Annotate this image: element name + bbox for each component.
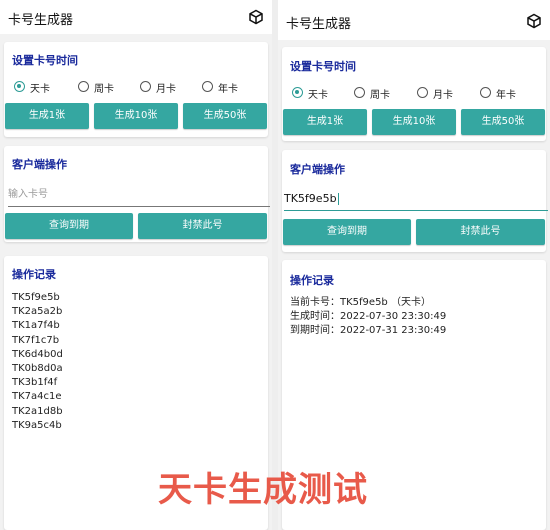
ban-card-button[interactable]: 封禁此号 xyxy=(416,219,545,245)
log-line: TK9a5c4b xyxy=(12,419,62,431)
radio-unselected-icon xyxy=(202,81,213,92)
radio-unselected-icon xyxy=(480,87,491,98)
radio-unselected-icon xyxy=(78,81,89,92)
generate-50-button[interactable]: 生成50张 xyxy=(183,103,267,129)
left-screen: 卡号生成器 设置卡号时间 天卡 周卡 月卡 年卡 生成1张 生成10张 生成50… xyxy=(0,0,272,530)
generate-1-button[interactable]: 生成1张 xyxy=(283,109,367,135)
client-card: 客户端操作 输入卡号 查询到期 封禁此号 xyxy=(4,146,270,242)
cube-icon[interactable] xyxy=(526,13,542,29)
created-time-line: 生成时间：2022-07-30 23:30:49 xyxy=(290,311,447,323)
radio-unselected-icon xyxy=(140,81,151,92)
log-line: TK2a1d8b xyxy=(12,405,63,417)
client-card: 客户端操作 TK5f9e5b 查询到期 封禁此号 xyxy=(282,150,548,252)
log-line: TK0b8d0a xyxy=(12,363,63,375)
log-list: 当前卡号：TK5f9e5b （天卡） 生成时间：2022-07-30 23:30… xyxy=(290,296,446,339)
app-bar: 卡号生成器 xyxy=(278,0,550,40)
log-title: 操作记录 xyxy=(12,268,56,281)
radio-unselected-icon xyxy=(354,87,365,98)
query-expiry-button[interactable]: 查询到期 xyxy=(283,219,411,245)
card-number-value: TK5f9e5b xyxy=(284,192,337,205)
log-line: TK7a4c1e xyxy=(12,391,62,403)
card-type-radio-group: 天卡 周卡 月卡 年卡 xyxy=(292,86,542,102)
settings-card: 设置卡号时间 天卡 周卡 月卡 年卡 生成1张 生成10张 生成50张 xyxy=(282,47,546,141)
log-line: TK7f1c7b xyxy=(12,334,60,346)
cube-icon[interactable] xyxy=(248,9,264,25)
text-caret xyxy=(337,193,339,205)
radio-unselected-icon xyxy=(417,87,428,98)
settings-title: 设置卡号时间 xyxy=(12,54,78,67)
log-title: 操作记录 xyxy=(290,274,334,287)
settings-title: 设置卡号时间 xyxy=(290,60,356,73)
generate-10-button[interactable]: 生成10张 xyxy=(372,109,456,135)
current-card-line: 当前卡号：TK5f9e5b （天卡） xyxy=(290,297,431,308)
card-number-input[interactable]: TK5f9e5b xyxy=(284,188,548,211)
caption-overlay: 天卡生成测试 xyxy=(158,470,368,510)
client-title: 客户端操作 xyxy=(290,163,345,176)
log-line: TK5f9e5b xyxy=(12,292,60,303)
log-line: TK1a7f4b xyxy=(12,320,60,332)
card-number-input[interactable]: 输入卡号 xyxy=(8,184,270,207)
log-line: TK2a5a2b xyxy=(12,306,63,318)
log-line: TK6d4b0d xyxy=(12,348,63,360)
app-title: 卡号生成器 xyxy=(8,13,74,28)
generate-1-button[interactable]: 生成1张 xyxy=(5,103,89,129)
expiry-time-line: 到期时间：2022-07-31 23:30:49 xyxy=(290,325,447,337)
generate-10-button[interactable]: 生成10张 xyxy=(94,103,178,129)
ban-card-button[interactable]: 封禁此号 xyxy=(138,213,267,239)
card-type-radio-group: 天卡 周卡 月卡 年卡 xyxy=(14,80,264,96)
app-title: 卡号生成器 xyxy=(286,17,352,32)
settings-card: 设置卡号时间 天卡 周卡 月卡 年卡 生成1张 生成10张 生成50张 xyxy=(4,42,268,137)
right-screen: 卡号生成器 设置卡号时间 天卡 周卡 月卡 年卡 生成1张 生成10张 生成50… xyxy=(278,0,550,530)
radio-selected-icon xyxy=(292,87,303,98)
log-line: TK3b1f4f xyxy=(12,377,58,389)
generate-50-button[interactable]: 生成50张 xyxy=(461,109,545,135)
query-expiry-button[interactable]: 查询到期 xyxy=(5,213,133,239)
client-title: 客户端操作 xyxy=(12,158,67,171)
radio-selected-icon xyxy=(14,81,25,92)
log-list: TK5f9e5b TK2a5a2b TK1a7f4b TK7f1c7b TK6d… xyxy=(12,291,63,433)
app-bar: 卡号生成器 xyxy=(0,0,272,34)
